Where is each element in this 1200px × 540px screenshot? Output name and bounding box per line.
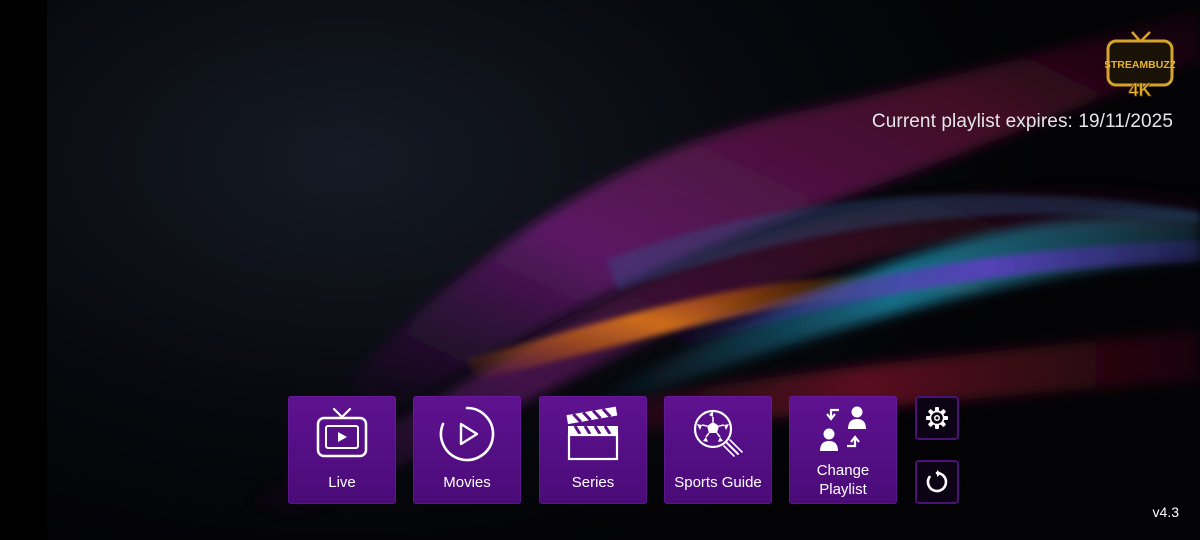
movies-tile[interactable]: Movies	[413, 396, 521, 504]
switch-users-icon	[820, 406, 866, 451]
settings-button[interactable]	[915, 396, 959, 440]
logo-wordmark: STREAMBUZZ	[1105, 59, 1175, 71]
sports-guide-label: Sports Guide	[674, 474, 762, 491]
sports-guide-tile[interactable]: Sports Guide	[664, 396, 772, 504]
streambuzz-logo: STREAMBUZZ 4K	[1105, 31, 1175, 100]
movies-label: Movies	[443, 474, 491, 491]
clapperboard-icon	[566, 406, 619, 461]
play-circle-icon	[439, 406, 495, 462]
soccer-ball-icon	[693, 409, 743, 457]
live-label: Live	[328, 474, 356, 491]
logo-4k: 4K	[1128, 80, 1151, 100]
playlist-expiry-text: Current playlist expires: 19/11/2025	[871, 111, 1173, 132]
app-screen: STREAMBUZZ 4K Current playlist expires: …	[0, 0, 1200, 540]
series-label: Series	[571, 474, 615, 491]
version-label: v4.3	[1152, 504, 1179, 520]
refresh-icon	[926, 470, 948, 493]
refresh-button[interactable]	[915, 460, 959, 504]
change-playlist-label: Change Playlist	[816, 462, 870, 498]
home-stage: STREAMBUZZ 4K Current playlist expires: …	[47, 0, 1200, 540]
live-tile[interactable]: Live	[288, 396, 396, 504]
gear-icon	[926, 407, 948, 429]
series-tile[interactable]: Series	[539, 396, 647, 504]
change-playlist-tile[interactable]: Change Playlist	[789, 396, 897, 504]
tv-play-icon	[316, 407, 368, 458]
